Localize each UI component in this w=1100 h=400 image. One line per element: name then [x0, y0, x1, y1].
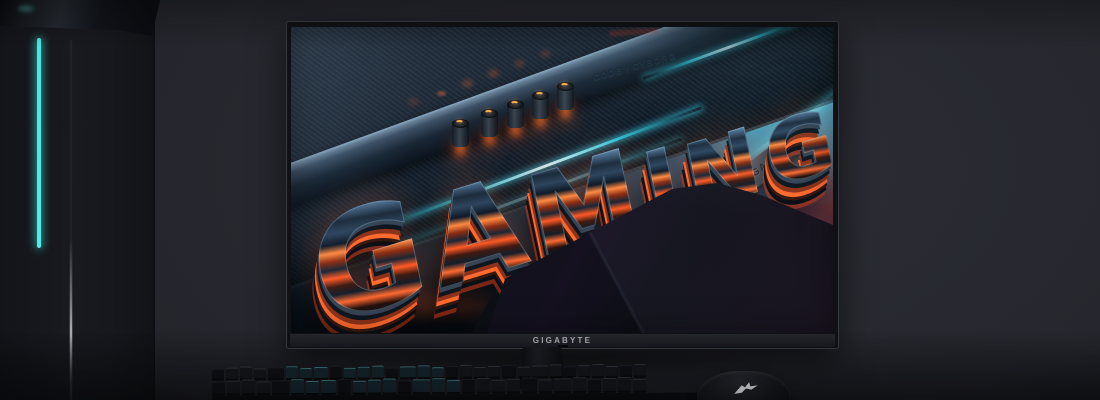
keycap — [634, 364, 646, 376]
keycap — [492, 380, 505, 392]
keycap — [446, 366, 458, 377]
keycap — [226, 368, 238, 379]
keycap — [502, 365, 516, 377]
monitor-bottom-bezel: GIGABYTE — [290, 334, 835, 347]
keycap — [620, 365, 632, 376]
keycap — [564, 366, 576, 376]
keyboard — [212, 363, 704, 400]
keycap — [518, 366, 530, 376]
keycap — [272, 380, 289, 393]
keycap — [477, 378, 490, 392]
keycap — [344, 368, 356, 378]
keycap — [358, 367, 370, 378]
keycap — [306, 381, 319, 393]
pc-tower-led-strip — [37, 38, 41, 248]
keycap — [474, 367, 486, 377]
keycap — [462, 379, 475, 392]
keycap — [353, 381, 366, 393]
keycap — [418, 365, 430, 377]
keycap — [618, 377, 631, 391]
keycap — [242, 379, 255, 393]
keycap — [603, 378, 616, 391]
keycap — [372, 366, 384, 378]
keycap — [522, 377, 537, 391]
keycap — [488, 366, 500, 377]
monitor: CODE / CYBORG GIGABYTE GAMING GAMING GIG… — [286, 21, 839, 349]
keycap — [321, 380, 336, 393]
keycap — [413, 379, 430, 392]
monitor-screen: CODE / CYBORG GIGABYTE GAMING GAMING — [291, 27, 833, 333]
keycap — [368, 380, 381, 393]
keycap — [532, 365, 548, 376]
keycap — [578, 365, 590, 376]
keycap — [383, 378, 396, 392]
keycap — [338, 379, 351, 393]
keycap — [592, 364, 604, 376]
keycap — [268, 367, 284, 378]
keycap — [539, 379, 552, 391]
monitor-brand-logo: GIGABYTE — [533, 336, 592, 345]
keycap — [314, 367, 328, 378]
keycap — [212, 382, 225, 394]
keycap — [291, 379, 304, 393]
keycap — [254, 368, 266, 378]
power-indicator — [558, 345, 568, 347]
keycap — [286, 366, 298, 378]
aorus-eagle-icon — [733, 381, 759, 396]
keycap — [606, 366, 618, 376]
keycap — [386, 367, 398, 377]
keycap — [257, 381, 270, 393]
keycap — [300, 368, 312, 378]
keycap — [212, 369, 224, 379]
keycap — [460, 365, 472, 377]
keycap — [550, 364, 562, 376]
keycap — [432, 367, 444, 377]
keycap — [330, 366, 342, 378]
keycap — [573, 377, 586, 391]
keycap — [633, 379, 646, 391]
keycap — [588, 379, 601, 391]
keycap — [447, 380, 460, 392]
keycap — [227, 381, 240, 394]
keycap — [400, 366, 416, 377]
scene: CODE / CYBORG GIGABYTE GAMING GAMING GIG… — [0, 0, 1100, 400]
keycap — [554, 378, 571, 391]
keycap — [432, 378, 445, 392]
keycap — [507, 379, 520, 392]
keycap — [398, 380, 411, 392]
pc-tower-glint — [18, 5, 34, 12]
keycap — [240, 366, 252, 378]
